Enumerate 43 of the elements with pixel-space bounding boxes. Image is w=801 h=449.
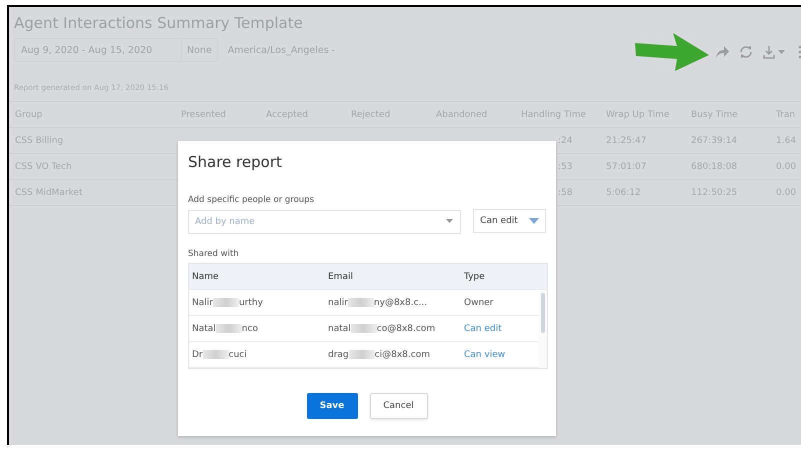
cancel-button[interactable]: Cancel [370,393,428,419]
redaction [212,298,239,307]
permission-link[interactable]: Can edit [461,324,537,334]
save-button[interactable]: Save [306,393,358,419]
caret-icon [446,219,454,223]
pointer-arrow-icon [635,33,709,71]
name-start: Nalir [192,298,213,308]
permission-link[interactable]: Can view [461,350,537,360]
field-label: Add specific people or groups [188,195,316,205]
caret-icon [529,218,539,224]
column-header: Email [327,272,354,282]
email-start: nalir [328,298,348,308]
field-label: Shared with [188,249,240,259]
share-icon[interactable] [715,46,729,58]
compare-field[interactable]: None [181,39,217,61]
scrollbar[interactable] [539,290,547,368]
email-start: drag [328,350,349,360]
download-icon[interactable] [763,45,787,59]
email-end: ny@8x8.c... [374,298,428,308]
column-header: Type [463,272,486,282]
email-end: co@8x8.com [376,324,436,334]
permission-dropdown[interactable]: Can edit [473,209,546,233]
more-icon[interactable] [797,45,801,59]
redaction [348,350,375,359]
redaction [202,350,229,359]
add-people-field[interactable]: Add by name [188,210,462,234]
refresh-icon[interactable] [739,45,753,59]
report-title: Agent Interactions Summary Template [14,13,304,33]
name-end: cuci [228,350,247,360]
redaction [350,324,377,333]
name-end: urthy [238,298,263,308]
timezone-dropdown[interactable]: America/Los_Angeles - [228,44,336,56]
name-end: nco [242,324,258,334]
name-start: Dr [192,350,203,360]
email-end: ci@8x8.com [374,350,430,360]
redaction [348,298,374,307]
role-text: Owner [463,298,494,308]
dialog-title: Share report [188,153,283,171]
column-header: Name [191,272,220,282]
name-start: Natal [192,324,216,334]
date-range-field[interactable]: Aug 9, 2020 - Aug 15, 2020 [15,44,181,56]
email-start: natal [328,324,351,334]
redaction [216,324,242,333]
